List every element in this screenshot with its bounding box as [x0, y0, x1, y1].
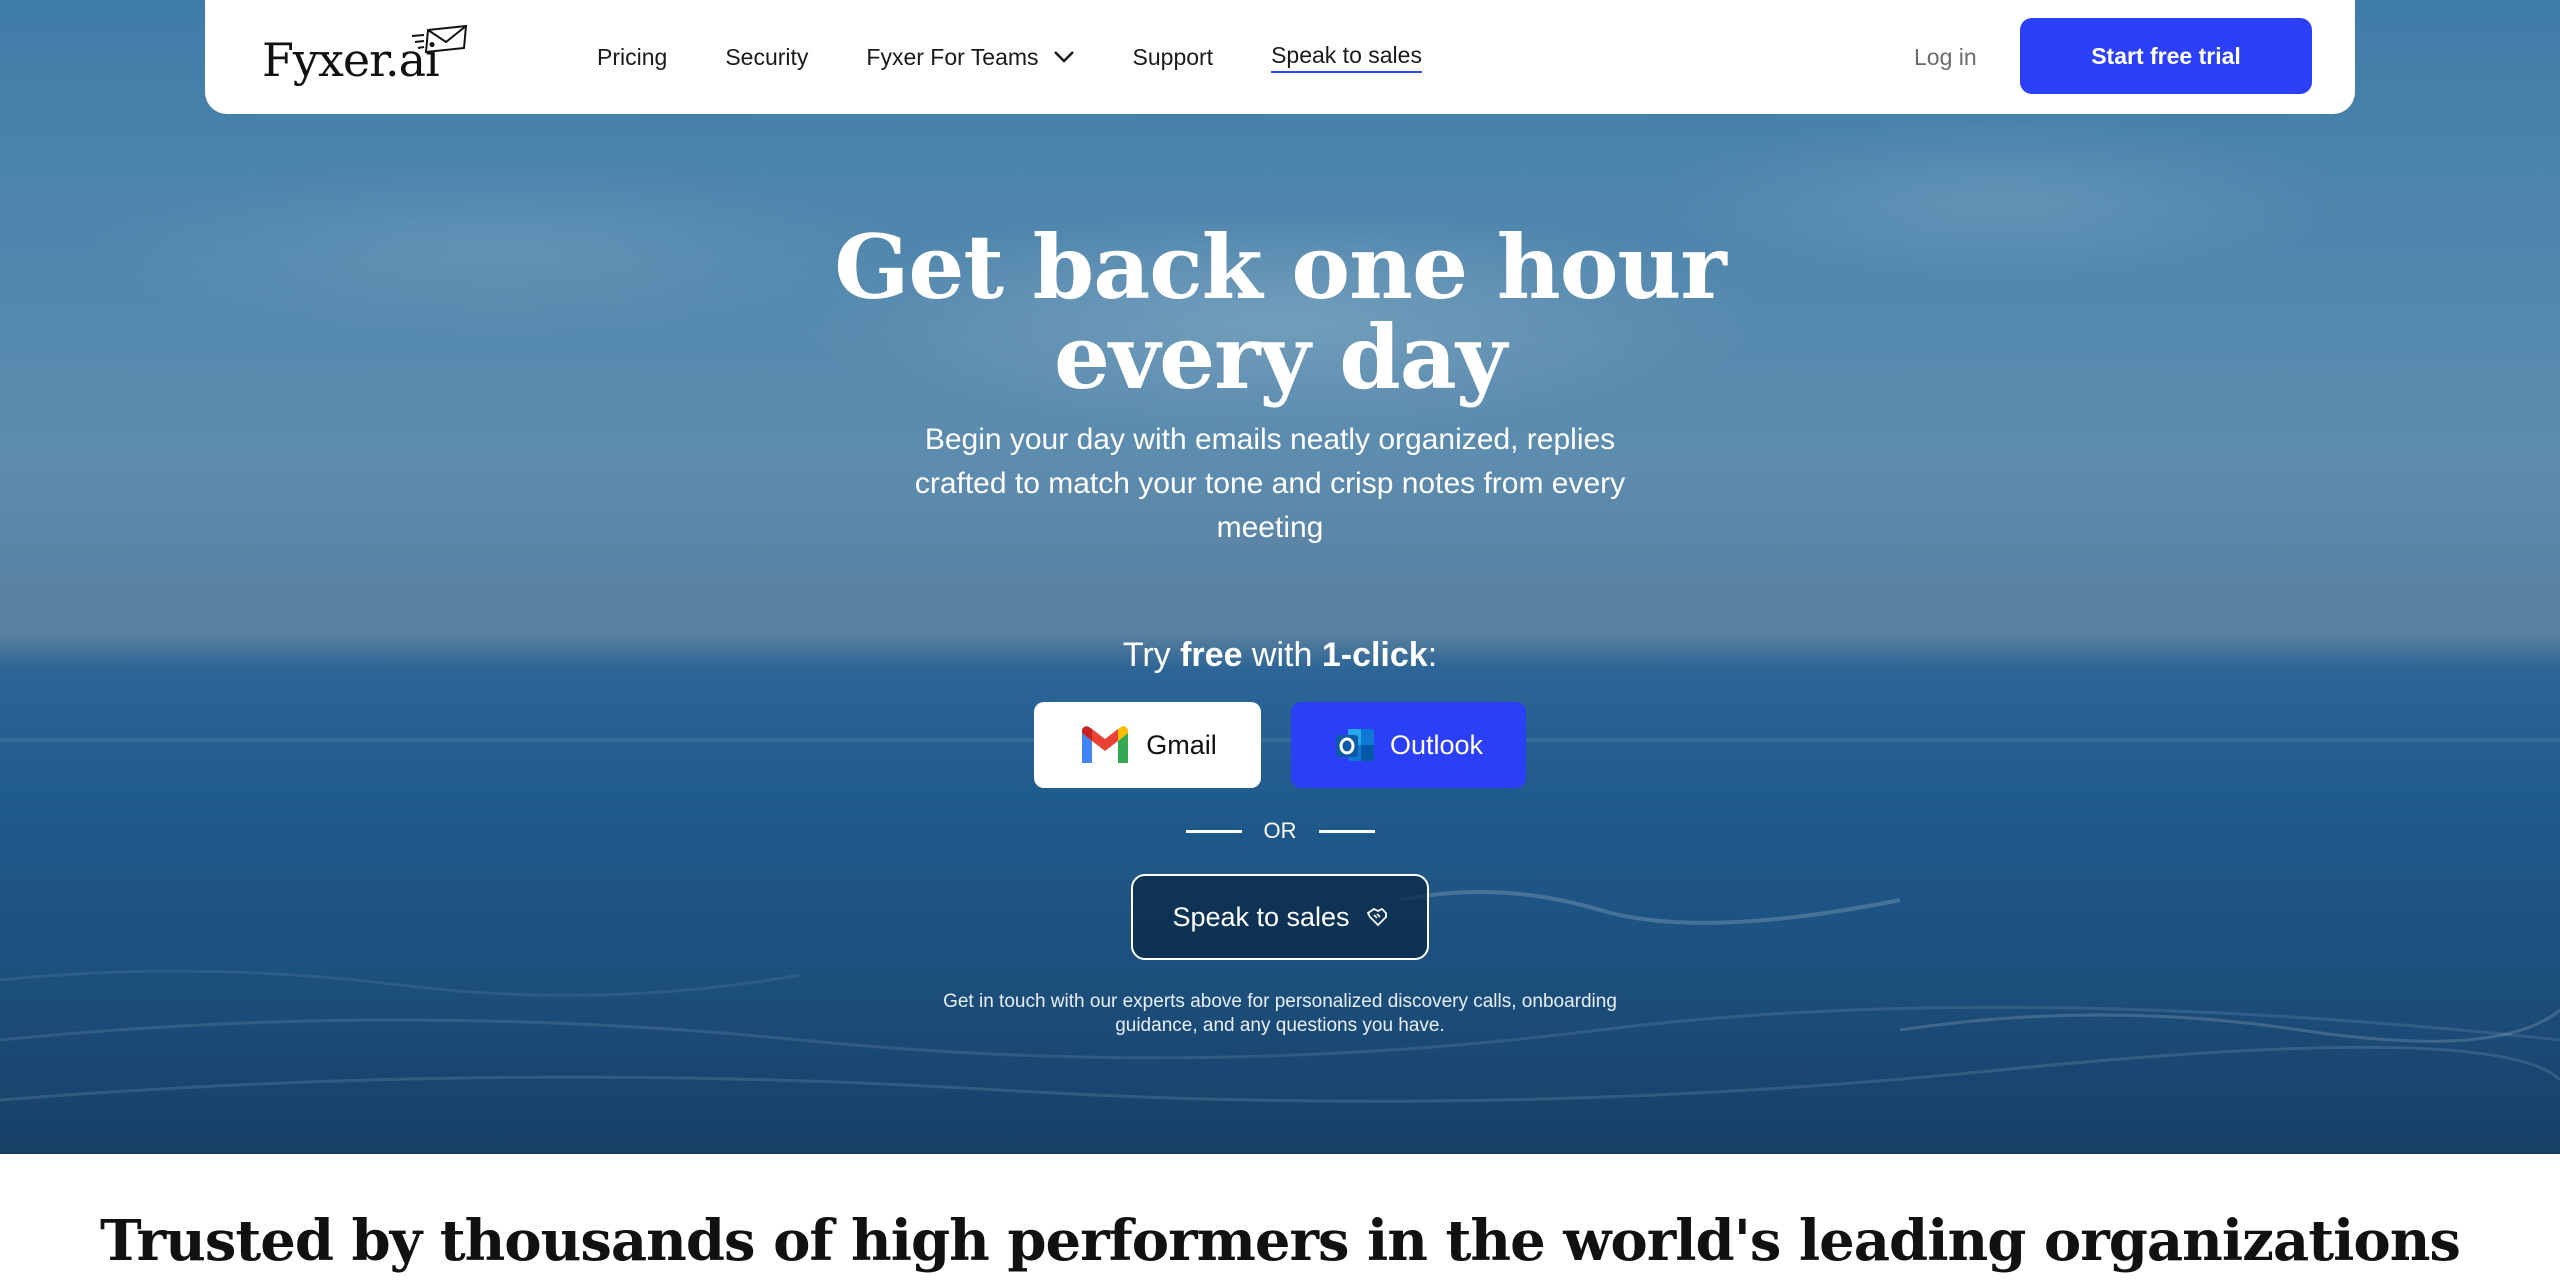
login-link[interactable]: Log in — [1914, 0, 1977, 114]
nav-links: Pricing Security Fyxer For Teams Support… — [597, 0, 1422, 114]
headline-line-1: Get back one hour — [834, 215, 1726, 319]
nav-fyxer-for-teams[interactable]: Fyxer For Teams — [866, 44, 1074, 71]
chevron-down-icon — [1053, 51, 1074, 63]
nav-support[interactable]: Support — [1133, 44, 1214, 71]
trusted-heading: Trusted by thousands of high performers … — [100, 1208, 2461, 1274]
try-suffix: : — [1427, 636, 1438, 674]
try-free-bold: free — [1180, 636, 1243, 674]
hero-subhead: Begin your day with emails neatly organi… — [914, 423, 1626, 544]
hero-headline: Get back one hour every day — [780, 222, 1780, 402]
sales-note: Get in touch with our experts above for … — [943, 991, 1617, 1036]
try-mid: with — [1242, 636, 1322, 674]
gmail-signup-button[interactable]: Gmail — [1034, 702, 1261, 788]
try-oneclick-bold: 1-click — [1321, 636, 1428, 674]
top-navbar: Fyxer.ai Pricing Security Fyxer For Team… — [205, 0, 2355, 114]
envelope-icon — [411, 24, 468, 54]
or-line-right — [1318, 829, 1375, 833]
nav-speak-to-sales[interactable]: Speak to sales — [1271, 42, 1422, 73]
or-divider: OR — [1180, 818, 1380, 844]
nav-teams-label: Fyxer For Teams — [866, 43, 1039, 70]
outlook-label: Outlook — [1389, 729, 1484, 760]
try-free-label: Try free with 1-click: — [980, 636, 1580, 675]
try-prefix: Try — [1122, 636, 1181, 674]
hero-section — [0, 0, 2560, 1154]
sales-label: Speak to sales — [1172, 901, 1350, 932]
brand-logo[interactable]: Fyxer.ai — [262, 24, 472, 90]
outlook-icon — [1335, 729, 1374, 761]
headline-line-2: every day — [1054, 305, 1507, 409]
nav-security[interactable]: Security — [725, 44, 808, 71]
handshake-icon — [1366, 907, 1387, 927]
or-line-left — [1185, 829, 1242, 833]
nav-pricing[interactable]: Pricing — [597, 44, 667, 71]
speak-to-sales-button[interactable]: Speak to sales — [1131, 874, 1429, 960]
or-text: OR — [1263, 818, 1297, 843]
gmail-label: Gmail — [1146, 729, 1217, 760]
gmail-icon — [1082, 726, 1129, 763]
outlook-signup-button[interactable]: Outlook — [1291, 702, 1526, 788]
start-free-trial-button[interactable]: Start free trial — [2020, 18, 2312, 94]
